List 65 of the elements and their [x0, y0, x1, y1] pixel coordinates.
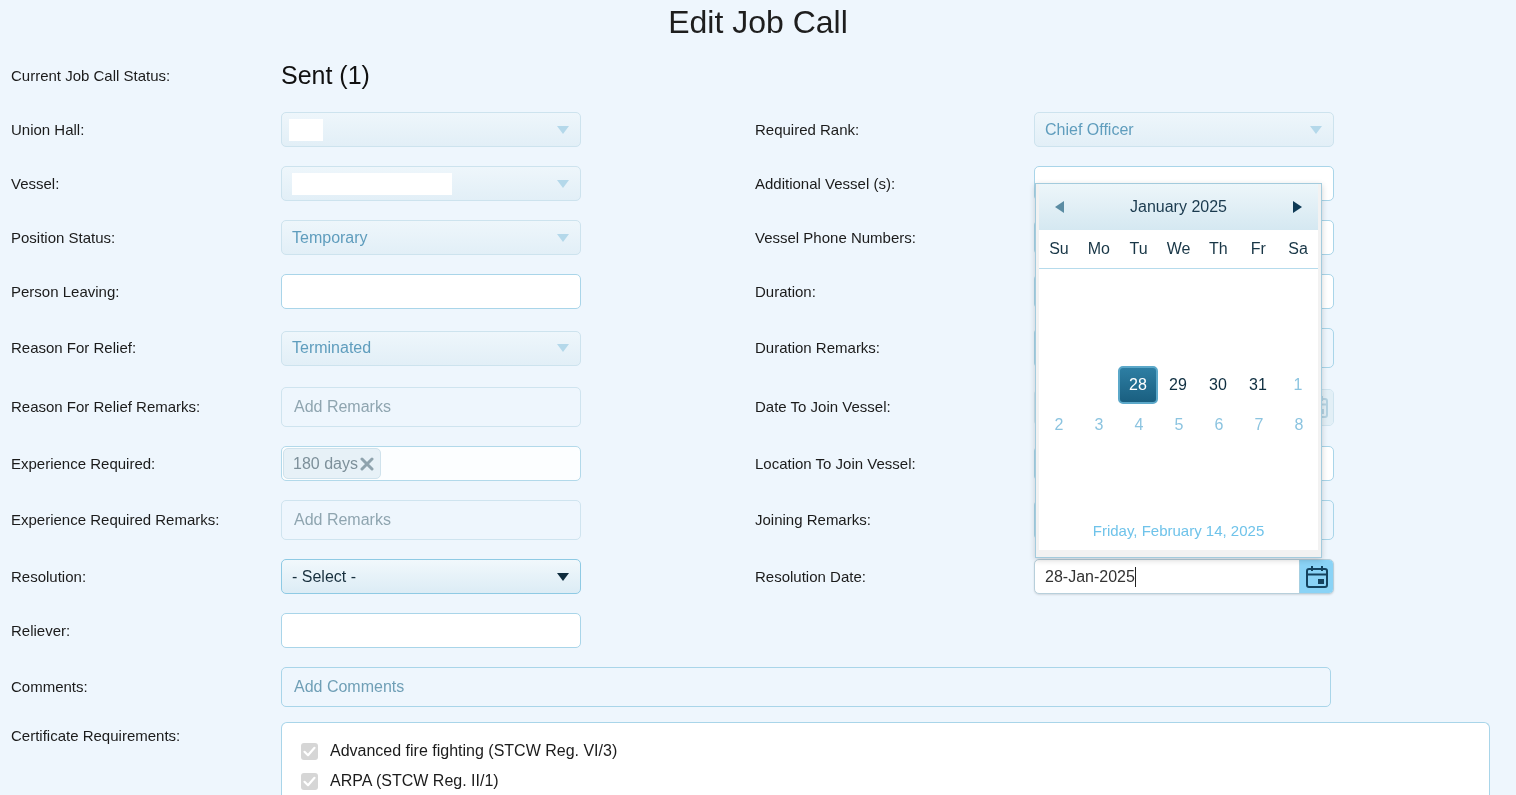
weekday-label: Fr [1250, 239, 1266, 259]
next-month-button[interactable] [1293, 201, 1302, 213]
field-label: Person Leaving: [11, 282, 120, 301]
month-year-label: January 2025 [1130, 197, 1227, 217]
field-label: Required Rank: [755, 120, 860, 139]
field-label: Union Hall: [11, 120, 85, 139]
calendar-day[interactable]: 1 [1278, 366, 1318, 404]
calendar-day[interactable]: 8 [1279, 406, 1319, 444]
field-label: Reliever: [11, 621, 71, 640]
field-label: Position Status: [11, 228, 116, 247]
field-label: Reason For Relief: [11, 339, 137, 357]
field-label: Current Job Call Status: [11, 66, 171, 85]
text-field[interactable] [281, 274, 581, 309]
field-label: Date To Join Vessel: [755, 398, 891, 416]
field-label: Experience Required: [11, 454, 156, 473]
weekday-label: Su [1049, 239, 1069, 259]
right-triangle-icon [1293, 201, 1302, 213]
dropdown-arrow-icon [1310, 125, 1322, 134]
date-field[interactable]: 28-Jan-2025 [1034, 559, 1334, 594]
field-label: Joining Remarks: [755, 511, 871, 529]
weekday-label: Mo [1087, 239, 1110, 259]
page-title: Edit Job Call [667, 3, 849, 42]
weekday-label: Th [1209, 239, 1228, 259]
status-value: Sent (1) [281, 60, 370, 91]
field-label: Location To Join Vessel: [755, 454, 916, 473]
calendar-day[interactable]: 7 [1239, 406, 1279, 444]
calendar-day[interactable]: 30 [1198, 366, 1238, 404]
close-icon [359, 456, 374, 471]
field-label: Duration: [755, 282, 816, 301]
field-label: Certificate Requirements: [11, 727, 181, 744]
field-label: Vessel: [11, 174, 60, 193]
calendar-day[interactable]: 28 [1118, 366, 1158, 404]
calendar-day[interactable]: 4 [1119, 406, 1159, 444]
field-label: Reason For Relief Remarks: [11, 398, 201, 416]
field-label: Comments: [11, 678, 88, 696]
dropdown-arrow-icon [557, 344, 569, 352]
weekday-label: Tu [1129, 239, 1148, 259]
field-label: Duration Remarks: [755, 339, 881, 357]
dropdown-arrow-icon [557, 572, 569, 581]
tag-label: 180 days [293, 453, 358, 474]
checkbox-label: ARPA (STCW Reg. II/1) [330, 771, 499, 791]
weekday-label: We [1166, 239, 1191, 259]
calendar-day[interactable]: 6 [1199, 406, 1239, 444]
today-link[interactable]: Friday, February 14, 2025 [1092, 522, 1265, 539]
calendar-day[interactable]: 31 [1238, 366, 1278, 404]
calendar-day[interactable]: 3 [1079, 406, 1119, 444]
calendar-icon [1305, 565, 1328, 588]
calendar-day[interactable]: 5 [1159, 406, 1199, 444]
field-label: Resolution: [11, 567, 87, 586]
dropdown-arrow-icon [557, 179, 569, 188]
calendar-day[interactable]: 29 [1158, 366, 1198, 404]
calendar-button[interactable] [1299, 560, 1333, 593]
weekday-label: Sa [1288, 239, 1308, 259]
text-field[interactable] [281, 613, 581, 648]
field-label: Experience Required Remarks: [11, 511, 220, 529]
field-label: Resolution Date: [755, 567, 866, 586]
field-label: Additional Vessel (s): [755, 174, 896, 193]
dropdown-arrow-icon [557, 233, 569, 242]
dropdown[interactable]: - Select - [281, 559, 581, 594]
calendar-day[interactable]: 2 [1039, 406, 1079, 444]
dropdown-arrow-icon [557, 125, 569, 134]
checkbox-label: Advanced fire fighting (STCW Reg. VI/3) [330, 741, 618, 761]
text-area[interactable]: Add Comments [281, 667, 1331, 707]
left-triangle-icon [1055, 201, 1064, 213]
field-label: Vessel Phone Numbers: [755, 228, 916, 247]
